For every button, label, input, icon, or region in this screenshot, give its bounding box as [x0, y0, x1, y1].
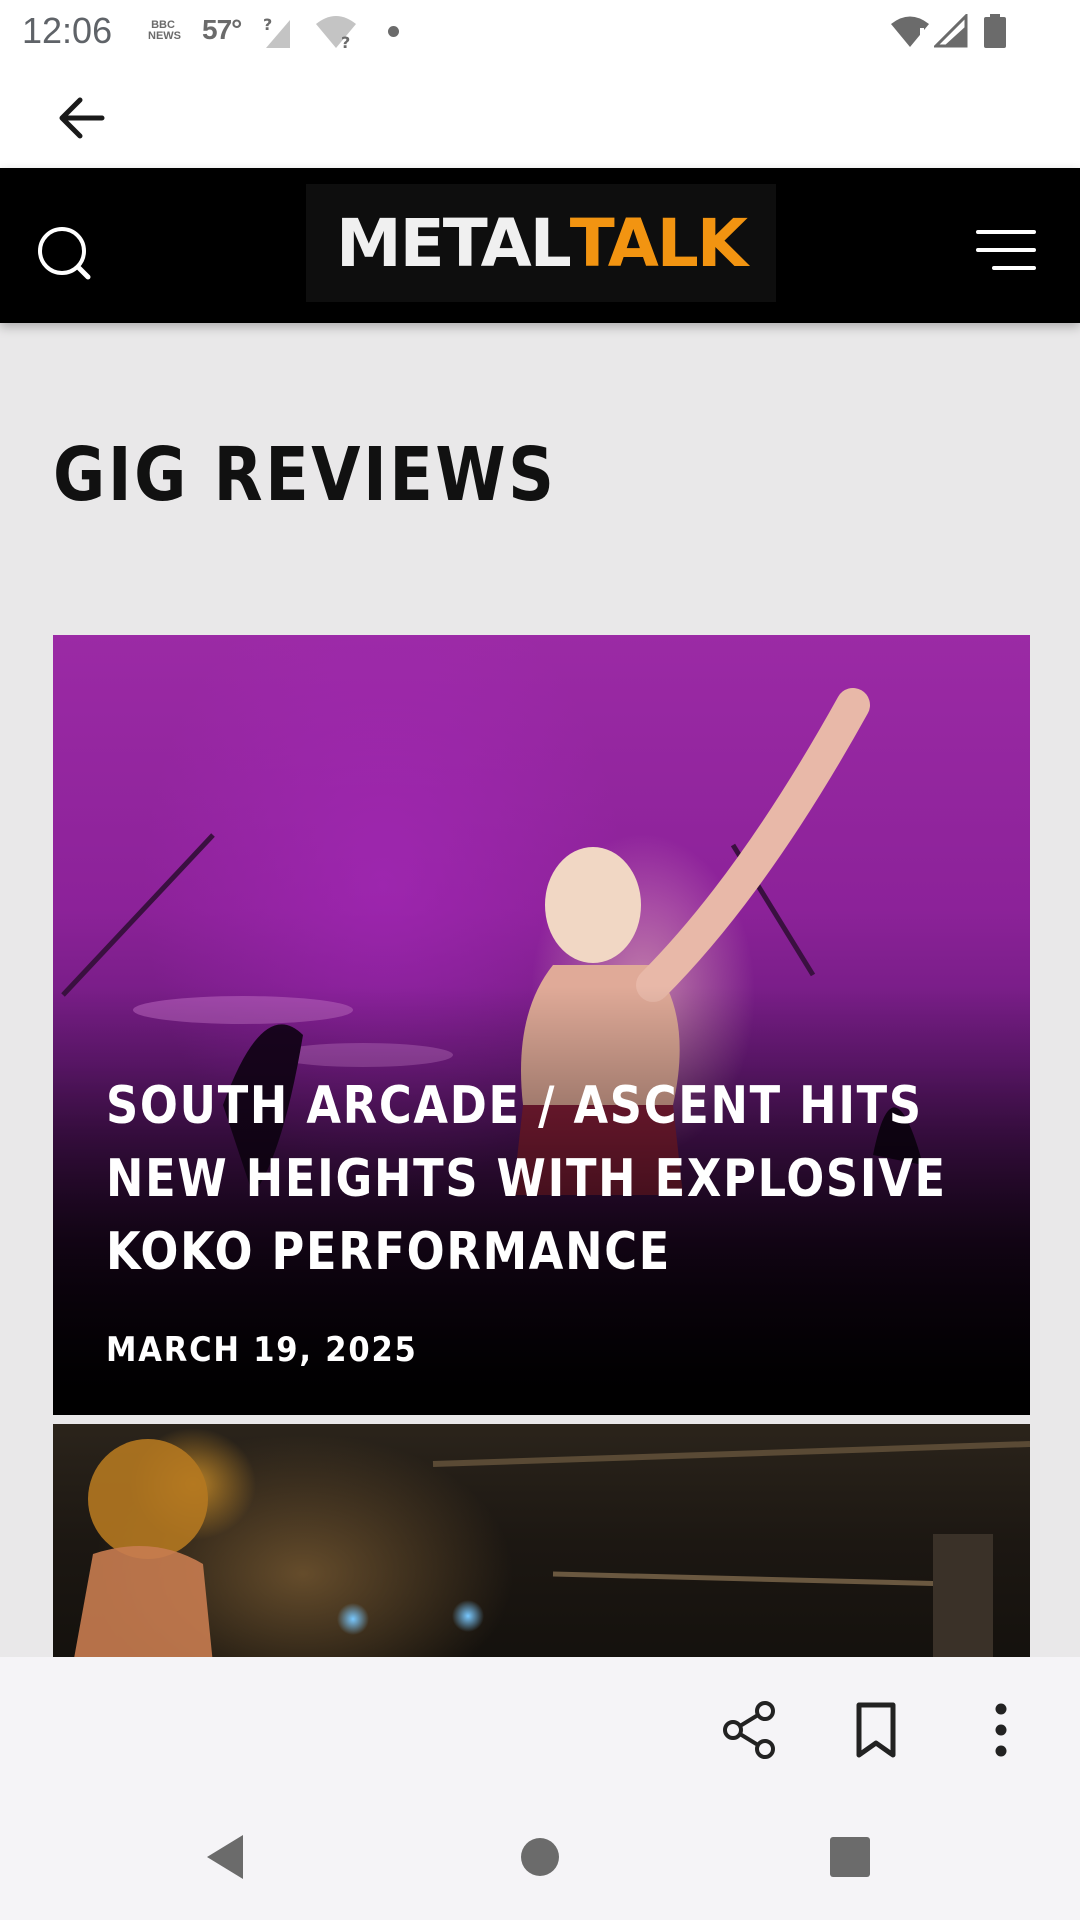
image-overlay	[53, 635, 1030, 1415]
cell-signal-icon	[934, 14, 968, 48]
svg-text:?: ?	[263, 15, 272, 34]
site-header: METAL TALK	[0, 168, 1080, 323]
page-title: GIG REVIEWS	[53, 432, 557, 518]
nav-home-icon[interactable]	[520, 1837, 560, 1877]
hamburger-menu-icon[interactable]	[974, 220, 1038, 280]
status-temperature: 57°	[202, 14, 242, 45]
site-logo[interactable]: METAL TALK	[306, 184, 776, 302]
share-icon[interactable]	[717, 1697, 783, 1763]
concert-photo	[73, 1439, 1030, 1664]
news-icon: BBC NEWS	[148, 20, 181, 42]
bookmark-icon[interactable]	[843, 1697, 909, 1763]
news-badge-line2: NEWS	[148, 30, 181, 42]
no-signal-icon: ?	[263, 15, 290, 48]
article-card[interactable]: SOUTH ARCADE / ASCENT HITS NEW HEIGHTS W…	[53, 635, 1030, 1415]
battery-icon	[984, 14, 1006, 48]
logo-text-metal: METAL	[336, 204, 572, 282]
notification-dot-icon	[388, 26, 399, 37]
back-arrow-icon[interactable]	[50, 84, 118, 152]
nav-recents-icon[interactable]	[830, 1837, 870, 1877]
nav-back-icon[interactable]	[203, 1833, 247, 1881]
svg-text:?: ?	[341, 33, 350, 50]
article-image	[53, 1424, 1030, 1664]
search-icon[interactable]	[34, 223, 94, 283]
status-bar: 12:06 BBC NEWS 57° ? ?	[0, 0, 1080, 62]
article-date: MARCH 19, 2025	[106, 1330, 418, 1370]
article-card[interactable]	[53, 1424, 1030, 1664]
wifi-icon	[891, 16, 929, 47]
system-nav-bar	[0, 1807, 1080, 1920]
status-time: 12:06	[22, 10, 113, 51]
more-vert-icon[interactable]	[968, 1697, 1034, 1763]
wifi-question-icon: ?	[316, 16, 356, 50]
logo-text-talk: TALK	[569, 204, 748, 282]
bottom-toolbar	[0, 1657, 1080, 1807]
app-bar	[0, 62, 1080, 168]
article-title[interactable]: SOUTH ARCADE / ASCENT HITS NEW HEIGHTS W…	[106, 1070, 983, 1289]
